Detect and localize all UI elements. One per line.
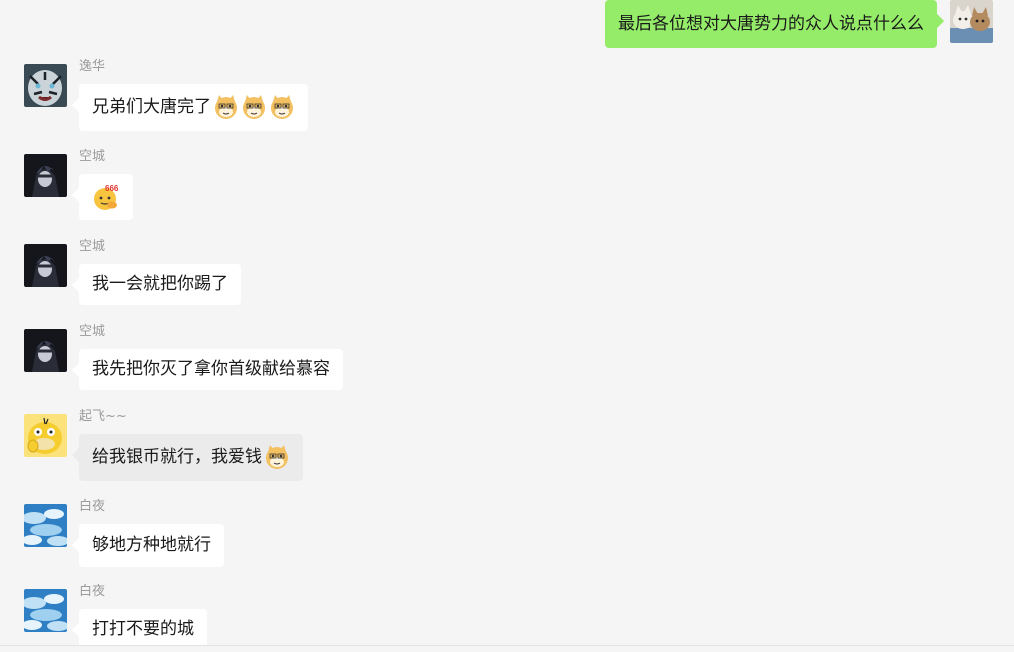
message-text: 我一会就把你踢了	[92, 274, 228, 294]
message-text: 打打不要的城	[92, 619, 194, 639]
sender-name: 白夜	[79, 499, 106, 514]
sender-avatar[interactable]	[24, 414, 67, 457]
message-bubble[interactable]: 666	[79, 174, 133, 220]
tiger-avatar-icon	[24, 64, 67, 107]
blue-clouds-avatar-icon	[24, 504, 67, 547]
sender-name: 白夜	[79, 584, 106, 599]
message-bubble[interactable]: 打打不要的城	[79, 609, 207, 650]
message-bubble[interactable]: 我一会就把你踢了	[79, 264, 241, 305]
doge-emoji-icon	[266, 445, 288, 469]
dark-character-avatar-icon	[24, 154, 67, 197]
message-text: 够地方种地就行	[92, 535, 211, 555]
message-text: 给我银币就行，我爱钱	[92, 447, 262, 467]
sender-avatar[interactable]	[24, 504, 67, 547]
my-avatar[interactable]	[950, 0, 993, 43]
sender-avatar[interactable]	[24, 329, 67, 372]
psyduck-avatar-icon	[24, 414, 67, 457]
my-message-bubble[interactable]: 最后各位想对大唐势力的众人说点什么么	[605, 0, 937, 48]
sender-avatar[interactable]	[24, 589, 67, 632]
message-text: 我先把你灭了拿你首级献给慕容	[92, 359, 330, 379]
chat-message-list[interactable]: 最后各位想对大唐势力的众人说点什么么 逸华 兄弟们大唐完了 空城 666 空城 …	[0, 0, 1014, 652]
sender-name: 逸华	[79, 59, 106, 74]
doge-emoji-icon	[215, 95, 237, 119]
blue-clouds-avatar-icon	[24, 589, 67, 632]
svg-text:666: 666	[105, 184, 119, 193]
message-bubble[interactable]: 够地方种地就行	[79, 524, 224, 567]
input-area-divider	[0, 645, 1014, 652]
sender-name: 起飞~~	[79, 409, 127, 424]
dark-character-avatar-icon	[24, 244, 67, 287]
sender-name: 空城	[79, 149, 106, 164]
sender-avatar[interactable]	[24, 244, 67, 287]
666-emoji-icon: 666	[94, 184, 119, 210]
sender-avatar[interactable]	[24, 154, 67, 197]
dark-character-avatar-icon	[24, 329, 67, 372]
message-text: 最后各位想对大唐势力的众人说点什么么	[618, 14, 924, 34]
message-bubble[interactable]: 给我银币就行，我爱钱	[79, 434, 303, 481]
cats-avatar-icon	[950, 0, 993, 43]
message-text: 兄弟们大唐完了	[92, 97, 211, 117]
sender-name: 空城	[79, 239, 106, 254]
doge-emoji-icon	[271, 95, 293, 119]
doge-emoji-icon	[243, 95, 265, 119]
message-bubble[interactable]: 兄弟们大唐完了	[79, 84, 308, 131]
sender-avatar[interactable]	[24, 64, 67, 107]
sender-name: 空城	[79, 324, 106, 339]
message-bubble[interactable]: 我先把你灭了拿你首级献给慕容	[79, 349, 343, 390]
